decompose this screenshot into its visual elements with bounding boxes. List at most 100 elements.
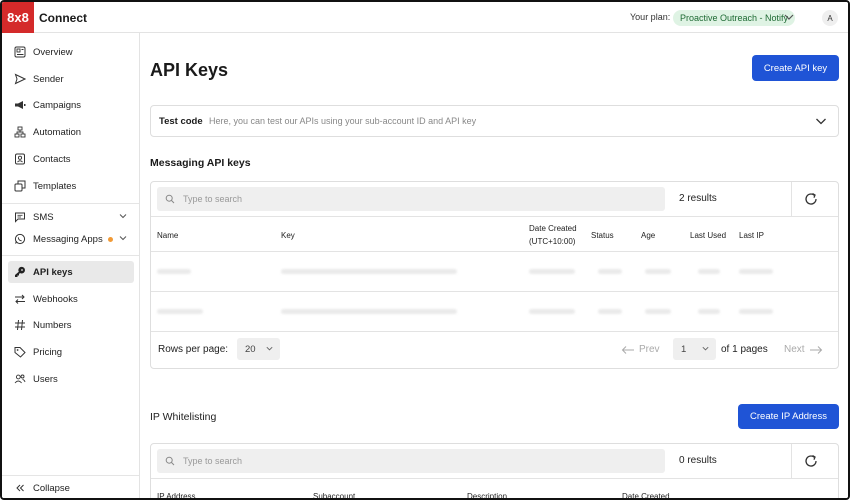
search-icon xyxy=(165,456,175,466)
next-label: Next xyxy=(784,344,805,355)
app-name: Connect xyxy=(39,11,87,25)
column-header-key[interactable]: Key xyxy=(281,231,295,240)
arrow-right-icon xyxy=(809,345,822,354)
brand-logo[interactable]: 8x8 xyxy=(2,2,34,33)
ip-search[interactable] xyxy=(157,449,665,473)
sidebar-item-campaigns[interactable]: Campaigns xyxy=(8,94,134,116)
double-chevron-left-icon xyxy=(14,482,26,494)
sidebar-divider xyxy=(2,255,139,256)
test-code-panel[interactable]: Test code Here, you can test our APIs us… xyxy=(150,105,839,137)
test-code-description: Here, you can test our APIs using your s… xyxy=(209,116,477,126)
automation-icon xyxy=(14,126,26,138)
sidebar-item-automation[interactable]: Automation xyxy=(8,121,134,143)
rows-per-page-value: 20 xyxy=(245,343,256,355)
redacted-cell xyxy=(645,309,671,314)
app-window: 8x8 Connect Your plan: Proactive Outreac… xyxy=(0,0,850,500)
chevron-down-icon[interactable] xyxy=(814,114,828,128)
sidebar-item-messaging-apps[interactable]: Messaging Apps xyxy=(8,228,134,250)
plan-badge[interactable]: Proactive Outreach - Notify xyxy=(673,10,796,26)
redacted-cell xyxy=(598,269,622,274)
search-icon xyxy=(165,194,175,204)
redacted-cell xyxy=(645,269,671,274)
sidebar-item-sender[interactable]: Sender xyxy=(8,68,134,90)
chevron-down-icon[interactable] xyxy=(783,11,795,23)
ip-whitelist-table: 0 results IP Address Subaccount Descript… xyxy=(150,443,839,498)
page-count: of 1 pages xyxy=(721,344,768,355)
arrow-left-icon xyxy=(621,345,634,354)
status-dot xyxy=(107,236,113,242)
prev-label: Prev xyxy=(639,344,660,355)
redacted-cell xyxy=(157,309,203,314)
sidebar-item-label: Numbers xyxy=(33,319,72,331)
sidebar-item-pricing[interactable]: Pricing xyxy=(8,341,134,363)
redacted-cell xyxy=(529,309,575,314)
column-header-date-created[interactable]: Date Created xyxy=(529,224,577,233)
column-header-name[interactable]: Name xyxy=(157,231,178,240)
refresh-icon[interactable] xyxy=(803,191,819,207)
main-content: API Keys Create API key Test code Here, … xyxy=(141,33,848,498)
sidebar-item-label: Users xyxy=(33,373,58,385)
column-header-date-created[interactable]: Date Created xyxy=(622,492,670,498)
create-api-key-button[interactable]: Create API key xyxy=(752,55,839,81)
refresh-icon[interactable] xyxy=(803,453,819,469)
chevron-down-icon[interactable] xyxy=(118,211,128,221)
redacted-cell xyxy=(598,309,622,314)
messaging-section-title: Messaging API keys xyxy=(150,157,251,169)
rows-per-page-select[interactable]: 20 xyxy=(237,338,280,360)
sidebar-item-sms[interactable]: SMS xyxy=(8,206,134,228)
megaphone-icon xyxy=(14,99,26,111)
column-header-status[interactable]: Status xyxy=(591,231,614,240)
redacted-cell xyxy=(739,309,773,314)
sidebar-divider xyxy=(2,203,139,204)
column-header-age[interactable]: Age xyxy=(641,231,655,240)
sidebar-item-users[interactable]: Users xyxy=(8,368,134,390)
column-header-subaccount[interactable]: Subaccount xyxy=(313,492,355,498)
sidebar-item-api-keys[interactable]: API keys xyxy=(8,261,134,283)
table-row[interactable] xyxy=(151,292,838,332)
messaging-search[interactable] xyxy=(157,187,665,211)
chat-icon xyxy=(14,211,26,223)
sidebar-item-label: Templates xyxy=(33,180,77,192)
chevron-down-icon xyxy=(266,346,273,351)
column-header-last-used[interactable]: Last Used xyxy=(690,231,726,240)
sidebar-item-label: Sender xyxy=(33,73,64,85)
users-icon xyxy=(14,373,26,385)
page-select[interactable]: 1 xyxy=(673,338,716,360)
page-value: 1 xyxy=(681,343,687,355)
table-row[interactable] xyxy=(151,252,838,292)
divider xyxy=(791,182,792,216)
key-icon xyxy=(14,266,26,278)
column-header-ip-address[interactable]: IP Address xyxy=(157,492,196,498)
avatar[interactable]: A xyxy=(822,10,838,26)
collapse-button[interactable]: Collapse xyxy=(8,477,134,498)
contacts-icon xyxy=(14,153,26,165)
results-count: 0 results xyxy=(679,455,717,466)
sidebar-item-label: Overview xyxy=(33,46,73,58)
table-header: IP Address Subaccount Description Date C… xyxy=(151,478,838,498)
sidebar-item-numbers[interactable]: Numbers xyxy=(8,314,134,336)
sidebar-divider xyxy=(2,475,139,476)
sidebar-item-overview[interactable]: Overview xyxy=(8,41,134,63)
column-header-description[interactable]: Description xyxy=(467,492,507,498)
create-ip-address-button[interactable]: Create IP Address xyxy=(738,404,839,429)
search-input[interactable] xyxy=(183,456,603,466)
sidebar-item-label: Messaging Apps xyxy=(33,233,103,245)
next-page-button[interactable]: Next xyxy=(784,344,823,355)
sidebar-item-contacts[interactable]: Contacts xyxy=(8,148,134,170)
test-code-label: Test code xyxy=(159,116,203,127)
sidebar-item-label: Webhooks xyxy=(33,293,78,305)
prev-page-button[interactable]: Prev xyxy=(621,344,660,355)
chevron-down-icon[interactable] xyxy=(118,233,128,243)
redacted-cell xyxy=(739,269,773,274)
collapse-label: Collapse xyxy=(33,482,70,494)
sidebar: Overview Sender Campaigns Automation Con… xyxy=(2,33,140,498)
sidebar-item-templates[interactable]: Templates xyxy=(8,175,134,197)
search-input[interactable] xyxy=(183,194,603,204)
webhooks-icon xyxy=(14,293,26,305)
column-header-last-ip[interactable]: Last IP xyxy=(739,231,764,240)
redacted-cell xyxy=(281,309,457,314)
send-icon xyxy=(14,73,26,85)
sidebar-item-webhooks[interactable]: Webhooks xyxy=(8,288,134,310)
top-bar: 8x8 Connect Your plan: Proactive Outreac… xyxy=(2,2,848,33)
chevron-down-icon xyxy=(702,346,709,351)
